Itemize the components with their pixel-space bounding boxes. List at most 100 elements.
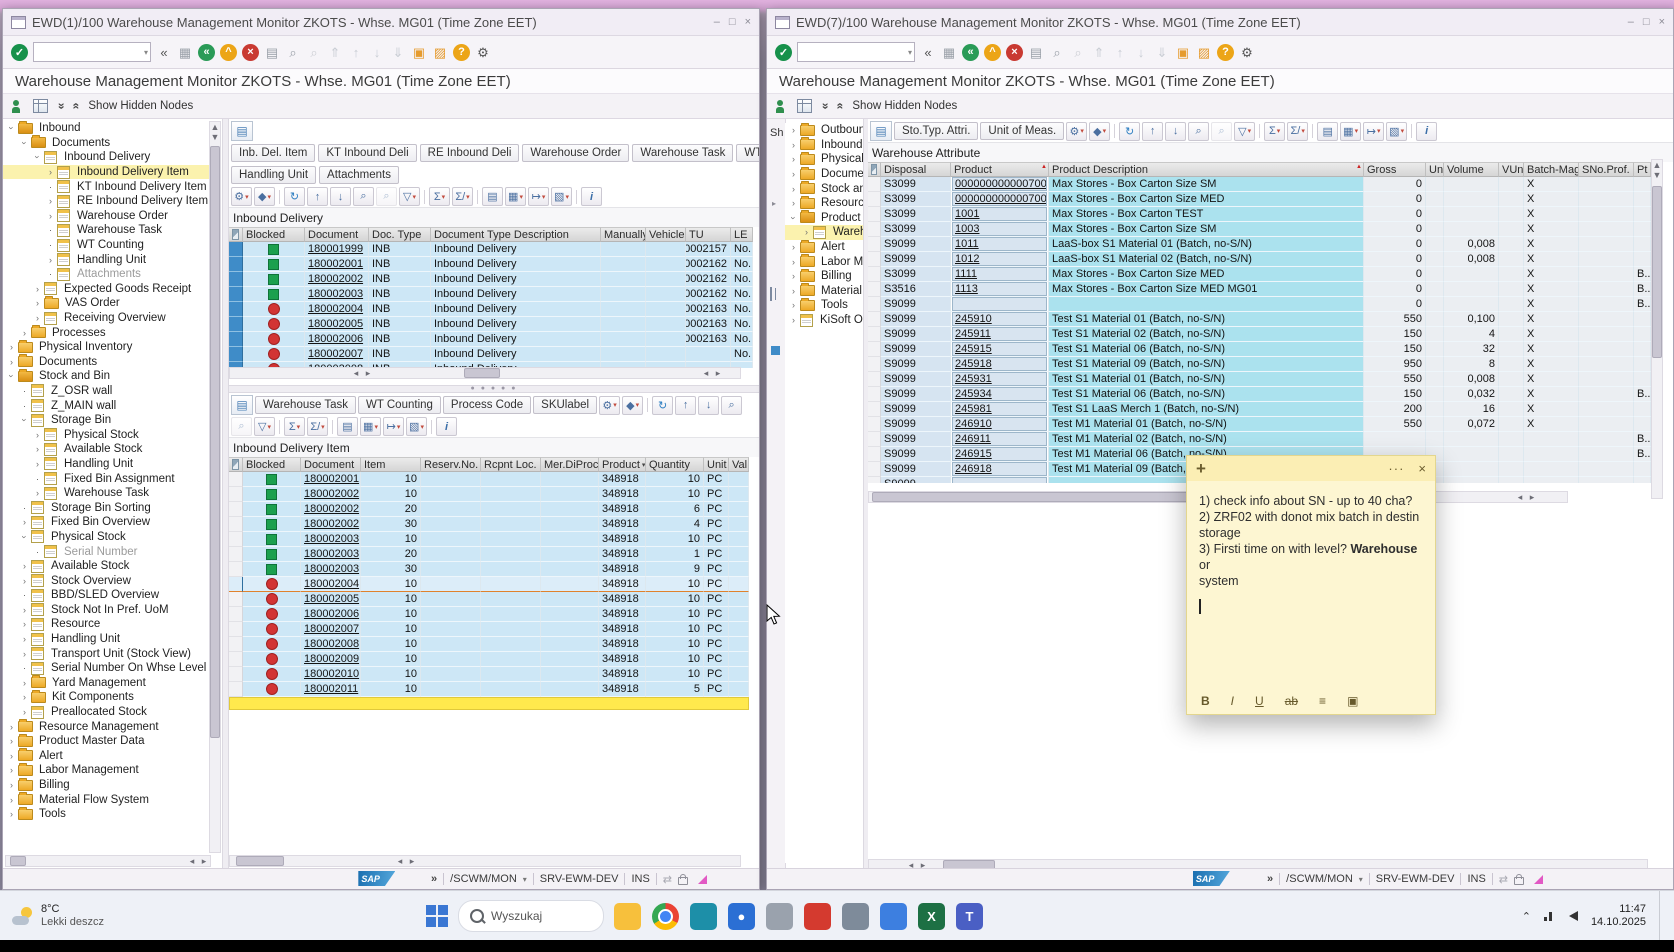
inbound-delivery-hscrollbar[interactable]: ◂▸ ◂▸ bbox=[229, 367, 741, 379]
detail-view-icon[interactable]: ▤ bbox=[870, 121, 892, 141]
show-hidden-nodes-button[interactable]: Show Hidden Nodes bbox=[88, 100, 193, 112]
row-select-cell[interactable] bbox=[868, 372, 881, 387]
excel-icon[interactable]: X bbox=[918, 903, 945, 930]
detail-view-icon[interactable]: ▤ bbox=[231, 121, 253, 141]
table-row[interactable]: S9099245911Test S1 Material 02 (Batch, n… bbox=[868, 327, 1673, 342]
tree-item-kisoft-osr[interactable]: ›KiSoft OSR bbox=[785, 313, 863, 328]
settings-icon[interactable]: ⚙▾ bbox=[1066, 122, 1087, 141]
resize-grip[interactable] bbox=[1534, 875, 1543, 884]
table-row[interactable]: 180002002303489184PC bbox=[229, 517, 759, 532]
back-icon[interactable]: « bbox=[198, 44, 215, 61]
user-data-icon[interactable] bbox=[776, 100, 788, 113]
help-icon[interactable]: ? bbox=[453, 44, 470, 61]
tab-wt-counting[interactable]: WT Counting bbox=[736, 144, 759, 162]
row-select-cell[interactable] bbox=[868, 402, 881, 417]
document-link[interactable]: 180002004 bbox=[308, 303, 363, 315]
note-close-icon[interactable]: × bbox=[1418, 461, 1426, 476]
tab-unit-of-meas[interactable]: Unit of Meas. bbox=[980, 122, 1064, 140]
table-row[interactable]: 180002001INBInbound Delivery20002162No.. bbox=[229, 257, 759, 272]
table-row[interactable]: S9099246911Test M1 Material 02 (Batch, n… bbox=[868, 432, 1673, 447]
sort-desc-icon[interactable]: ↓ bbox=[698, 396, 719, 415]
user-data-icon[interactable] bbox=[12, 100, 24, 113]
tree-expand-icon[interactable]: › bbox=[19, 561, 30, 571]
row-select-cell[interactable] bbox=[868, 447, 881, 462]
variant-icon[interactable]: ◆▾ bbox=[622, 396, 643, 415]
close-icon[interactable]: × bbox=[1659, 16, 1665, 28]
tree-item-product-master-data[interactable]: ›Product Master Data bbox=[785, 211, 863, 226]
column-header-item[interactable] bbox=[229, 227, 243, 242]
filter-icon[interactable]: ▽▾ bbox=[1234, 122, 1255, 141]
select-all-icon[interactable] bbox=[871, 164, 877, 175]
row-select-cell[interactable] bbox=[868, 297, 881, 312]
minimize-icon[interactable]: – bbox=[714, 16, 720, 28]
sort-desc-icon[interactable]: ↓ bbox=[330, 187, 351, 206]
product-field-cell[interactable]: 1113 bbox=[951, 282, 1049, 297]
tree-item-physical-stock[interactable]: ›Physical Stock bbox=[3, 530, 209, 545]
column-header-item[interactable] bbox=[868, 162, 881, 177]
print-icon[interactable]: ▤ bbox=[482, 187, 503, 206]
column-header-gross[interactable]: Gross bbox=[1364, 162, 1426, 177]
product-field-cell[interactable]: 246911 bbox=[951, 432, 1049, 447]
document-link-cell[interactable]: 180002003 bbox=[301, 547, 361, 562]
document-link[interactable]: 180002001 bbox=[304, 473, 359, 485]
tree-expand-icon[interactable]: › bbox=[32, 444, 43, 454]
table-row[interactable]: 1800020021034891810PC bbox=[229, 487, 759, 502]
tree-expand-icon[interactable]: › bbox=[6, 342, 17, 352]
tree-expand-icon[interactable]: › bbox=[32, 298, 43, 308]
detail-view-icon[interactable]: ▤ bbox=[231, 395, 253, 415]
column-header-product-description[interactable]: Product Description▲ bbox=[1049, 162, 1364, 177]
table-row[interactable]: S9099245931Test S1 Material 01 (Batch, n… bbox=[868, 372, 1673, 387]
tree-item-tools[interactable]: ›Tools bbox=[3, 807, 209, 822]
find-next-icon[interactable]: ⌕ bbox=[1070, 44, 1086, 61]
column-header-item[interactable] bbox=[229, 457, 243, 472]
find-next-icon[interactable]: ⌕ bbox=[231, 417, 252, 436]
tree-item-kt-inbound-delivery-item[interactable]: ·KT Inbound Delivery Item bbox=[3, 179, 209, 194]
tree-expand-icon[interactable]: › bbox=[32, 284, 43, 294]
subtotal-icon[interactable]: Σ/▾ bbox=[1287, 122, 1308, 141]
settings-icon[interactable]: ⚙▾ bbox=[231, 187, 252, 206]
row-select-cell[interactable] bbox=[229, 637, 243, 652]
table-row[interactable]: 180002003INBInbound Delivery20002162No.. bbox=[229, 287, 759, 302]
table-row[interactable]: 1800020071034891810PC bbox=[229, 622, 759, 637]
tree-expand-icon[interactable]: › bbox=[788, 315, 799, 325]
product-field-cell[interactable]: 1003 bbox=[951, 222, 1049, 237]
tree-item-resource-management[interactable]: ›Resource Management bbox=[3, 719, 209, 734]
tree-expand-icon[interactable]: › bbox=[788, 125, 799, 135]
product-link[interactable] bbox=[952, 477, 1047, 483]
column-header-document-type-description[interactable]: Document Type Description bbox=[431, 227, 601, 242]
column-header-item[interactable]: Item bbox=[361, 457, 421, 472]
product-link[interactable]: 245934 bbox=[952, 387, 1047, 401]
print-icon[interactable]: ▤ bbox=[337, 417, 358, 436]
tree-item-handling-unit[interactable]: ›Handling Unit bbox=[3, 457, 209, 472]
document-link-cell[interactable]: 180002008 bbox=[301, 637, 361, 652]
status-expand-icon[interactable]: » bbox=[1267, 873, 1273, 885]
tree-expand-icon[interactable]: › bbox=[19, 649, 30, 659]
list-icon[interactable] bbox=[770, 287, 772, 301]
document-link[interactable]: 180002003 bbox=[304, 563, 359, 575]
document-link-cell[interactable]: 180002001 bbox=[301, 472, 361, 487]
product-field-cell[interactable]: 246915 bbox=[951, 447, 1049, 462]
document-link-cell[interactable]: 180002003 bbox=[305, 287, 369, 302]
column-header-vehicle[interactable]: Vehicle bbox=[646, 227, 686, 242]
table-row[interactable]: 180002003203489181PC bbox=[229, 547, 759, 562]
enter-icon[interactable]: ✓ bbox=[775, 44, 792, 61]
file-explorer-icon[interactable] bbox=[614, 903, 641, 930]
teams-icon[interactable]: T bbox=[956, 903, 983, 930]
tree-item-handling-unit[interactable]: ›Handling Unit bbox=[3, 252, 209, 267]
row-select-cell[interactable] bbox=[229, 502, 243, 517]
document-link[interactable]: 180002002 bbox=[308, 273, 363, 285]
table-row[interactable]: 1800020101034891810PC bbox=[229, 667, 759, 682]
product-field-cell[interactable]: 000000000000700051 bbox=[951, 177, 1049, 192]
tree-main-splitter[interactable] bbox=[222, 119, 229, 868]
status-expand-icon[interactable]: » bbox=[431, 873, 437, 885]
info-icon[interactable]: i bbox=[581, 187, 602, 206]
product-link[interactable]: 246911 bbox=[952, 432, 1047, 446]
first-page-icon[interactable]: ⇑ bbox=[327, 44, 343, 61]
tree-item-material-flow-system[interactable]: ›Material Flow System bbox=[785, 284, 863, 299]
first-page-icon[interactable]: ⇑ bbox=[1091, 44, 1107, 61]
sort-desc-icon[interactable]: ↓ bbox=[1165, 122, 1186, 141]
tree-expand-icon[interactable]: › bbox=[45, 196, 56, 206]
tree-item-transport-unit-stock-view[interactable]: ›Transport Unit (Stock View) bbox=[3, 646, 209, 661]
column-header-disposal[interactable]: Disposal bbox=[881, 162, 951, 177]
product-link[interactable]: 000000000000700051 bbox=[952, 177, 1047, 191]
